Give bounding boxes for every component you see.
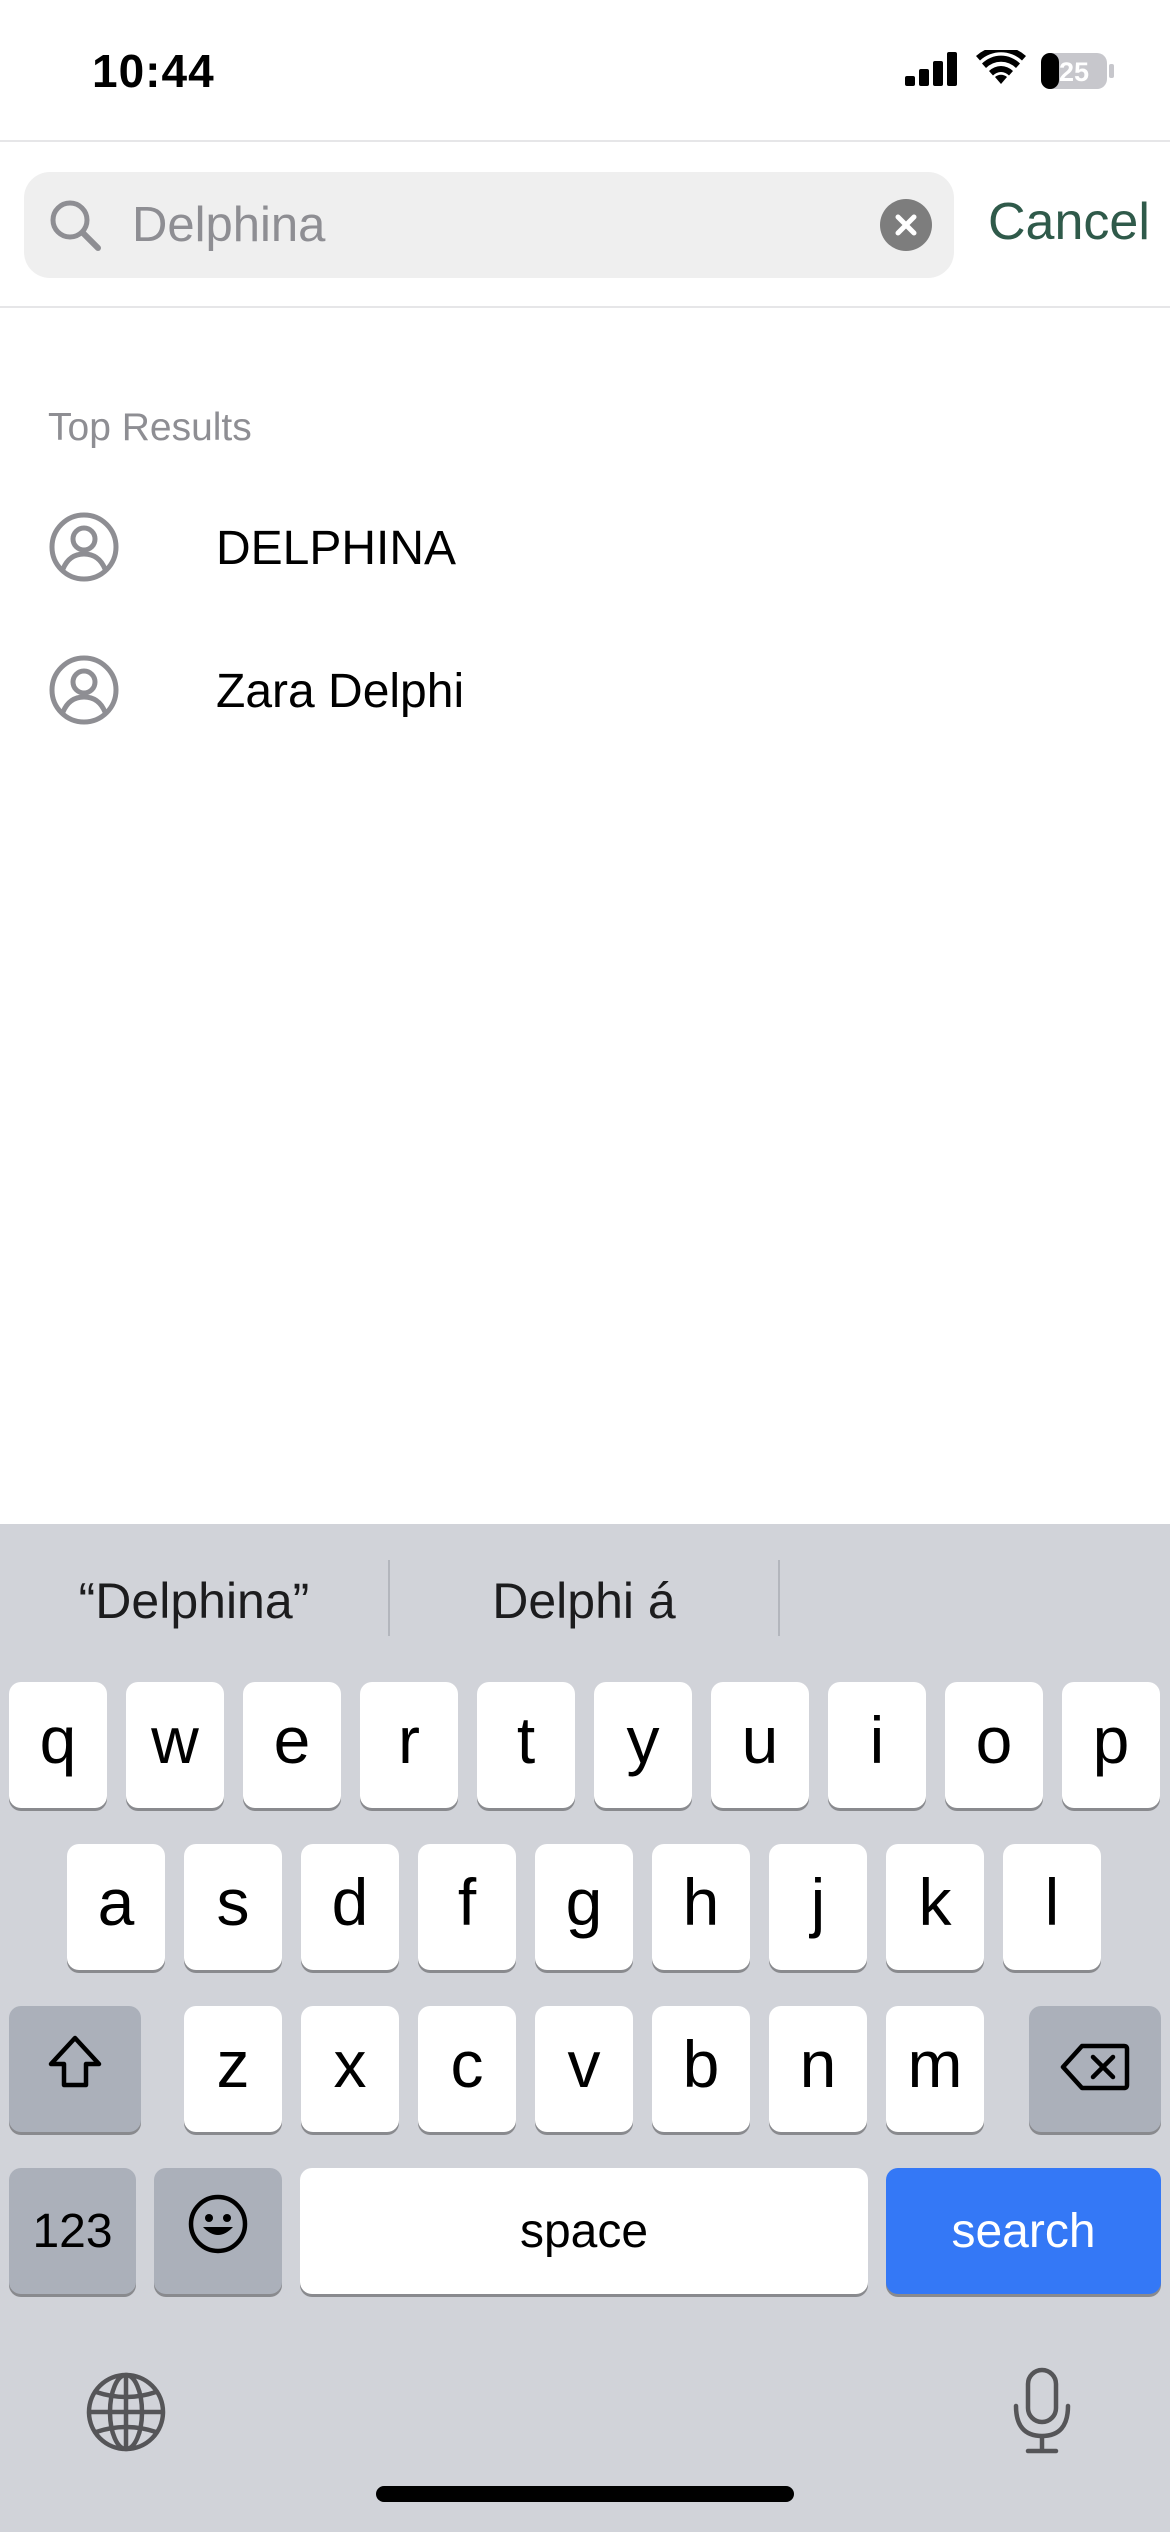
search-key[interactable]: search <box>886 2168 1161 2294</box>
key-l[interactable]: l <box>1003 1844 1101 1970</box>
cancel-button[interactable]: Cancel <box>988 192 1150 252</box>
search-header: Cancel <box>0 140 1170 308</box>
key-n[interactable]: n <box>769 2006 867 2132</box>
key-g[interactable]: g <box>535 1844 633 1970</box>
key-y[interactable]: y <box>594 1682 692 1808</box>
cellular-signal-icon <box>905 52 959 91</box>
key-p[interactable]: p <box>1062 1682 1160 1808</box>
microphone-icon[interactable] <box>1008 2366 1076 2461</box>
person-circle-icon <box>48 511 120 588</box>
emoji-icon <box>187 2193 249 2270</box>
wifi-icon <box>976 46 1026 91</box>
result-name: Zara Delphi <box>216 665 465 718</box>
key-h[interactable]: h <box>652 1844 750 1970</box>
section-label-top-results: Top Results <box>48 406 252 449</box>
suggestion-3[interactable] <box>780 1572 1170 1636</box>
result-row[interactable]: Zara Delphi <box>0 619 1170 761</box>
key-d[interactable]: d <box>301 1844 399 1970</box>
key-c[interactable]: c <box>418 2006 516 2132</box>
search-input[interactable] <box>132 194 872 256</box>
key-q[interactable]: q <box>9 1682 107 1808</box>
key-u[interactable]: u <box>711 1682 809 1808</box>
backspace-icon <box>1060 2031 1130 2107</box>
key-i[interactable]: i <box>828 1682 926 1808</box>
key-b[interactable]: b <box>652 2006 750 2132</box>
key-o[interactable]: o <box>945 1682 1043 1808</box>
result-row[interactable]: DELPHINA <box>0 476 1170 618</box>
battery-level: 25 <box>1059 57 1089 87</box>
key-s[interactable]: s <box>184 1844 282 1970</box>
key-k[interactable]: k <box>886 1844 984 1970</box>
shift-key[interactable] <box>9 2006 141 2132</box>
search-screen: 10:44 25 Delphina Cancel Top Results DEL… <box>0 0 1170 2532</box>
search-field[interactable] <box>24 172 954 278</box>
home-indicator[interactable] <box>376 2486 794 2502</box>
key-v[interactable]: v <box>535 2006 633 2132</box>
delete-key[interactable] <box>1029 2006 1161 2132</box>
key-w[interactable]: w <box>126 1682 224 1808</box>
keyboard: “Delphina” Delphi á q w e r t y u i o p … <box>0 1524 1170 2532</box>
key-t[interactable]: t <box>477 1682 575 1808</box>
key-f[interactable]: f <box>418 1844 516 1970</box>
result-name: DELPHINA <box>216 522 457 575</box>
shift-icon <box>44 2031 106 2108</box>
status-time: 10:44 <box>92 45 215 97</box>
key-j[interactable]: j <box>769 1844 867 1970</box>
battery-icon: 25 <box>1040 51 1116 96</box>
globe-icon[interactable] <box>84 2370 168 2459</box>
key-z[interactable]: z <box>184 2006 282 2132</box>
key-m[interactable]: m <box>886 2006 984 2132</box>
emoji-key[interactable] <box>154 2168 282 2294</box>
clear-x-icon[interactable] <box>880 199 932 251</box>
suggestion-1[interactable]: “Delphina” <box>0 1572 388 1636</box>
magnifier-icon <box>46 196 106 261</box>
key-x[interactable]: x <box>301 2006 399 2132</box>
space-key[interactable]: space <box>300 2168 868 2294</box>
person-circle-icon <box>48 654 120 731</box>
numbers-key[interactable]: 123 <box>9 2168 136 2294</box>
status-bar: 10:44 25 <box>0 0 1170 140</box>
key-r[interactable]: r <box>360 1682 458 1808</box>
key-a[interactable]: a <box>67 1844 165 1970</box>
suggestion-2[interactable]: Delphi á <box>390 1572 778 1636</box>
key-e[interactable]: e <box>243 1682 341 1808</box>
